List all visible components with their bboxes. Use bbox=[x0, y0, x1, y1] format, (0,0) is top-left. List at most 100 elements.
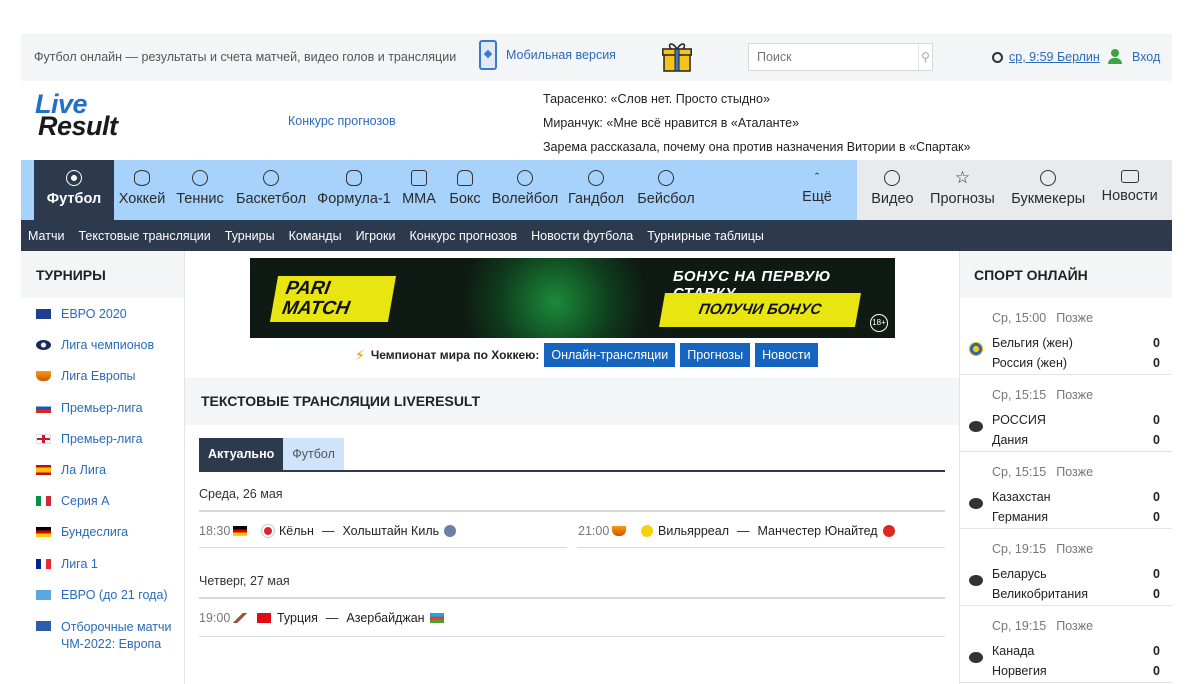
worldcup-news-button[interactable]: Новости bbox=[755, 343, 818, 367]
sport-tab-hockey[interactable]: Хоккей bbox=[114, 160, 170, 220]
nav-video[interactable]: Видео bbox=[871, 160, 914, 220]
sport-tab-baseball[interactable]: Бейсбол bbox=[630, 160, 702, 220]
sport-tab-football[interactable]: Футбол bbox=[34, 160, 114, 220]
home-team: Кёльн bbox=[279, 524, 314, 538]
germany-flag-icon bbox=[233, 526, 247, 536]
sport-tab-basketball[interactable]: Баскетбол bbox=[230, 160, 312, 220]
nav-predictions[interactable]: ☆ Прогнозы bbox=[930, 160, 995, 220]
sport-tab-label: Футбол bbox=[46, 191, 102, 207]
team1: Канада bbox=[992, 644, 1035, 658]
search-input[interactable] bbox=[749, 44, 918, 70]
subnav-item[interactable]: Турниры bbox=[225, 229, 275, 243]
gift-icon[interactable] bbox=[662, 41, 692, 73]
tournament-link[interactable]: Лига Европы bbox=[21, 360, 184, 391]
worldcup-bar: ⚡ Чемпионат мира по Хоккею: Онлайн-транс… bbox=[355, 343, 818, 367]
subnav-item[interactable]: Матчи bbox=[28, 229, 64, 243]
tournament-link[interactable]: Лига чемпионов bbox=[21, 329, 184, 360]
team2: Россия (жен) bbox=[992, 356, 1068, 370]
headline-link[interactable]: Тарасенко: «Слов нет. Просто стыдно» bbox=[543, 87, 970, 111]
score2: 0 bbox=[1153, 510, 1160, 524]
home-team: Вильярреал bbox=[658, 524, 729, 538]
headline-link[interactable]: Зарема рассказала, почему она против наз… bbox=[543, 135, 970, 159]
basketball-icon bbox=[263, 170, 279, 186]
contest-link[interactable]: Конкурс прогнозов bbox=[288, 114, 396, 128]
tab-football[interactable]: Футбол bbox=[283, 438, 344, 470]
tournament-link[interactable]: Бундеслига bbox=[21, 516, 184, 547]
match-row[interactable]: 21:00 Вильярреал — Манчестер Юнайтед bbox=[578, 524, 900, 538]
subnav-item[interactable]: Конкурс прогнозов bbox=[409, 229, 517, 243]
nav-bookmakers[interactable]: Букмекеры bbox=[1011, 160, 1085, 220]
tournament-link[interactable]: ЕВРО 2020 bbox=[21, 298, 184, 329]
user-icon bbox=[1108, 49, 1122, 64]
promo-banner[interactable]: PARI MATCH БОНУС НА ПЕРВУЮ СТАВКУ ПОЛУЧИ… bbox=[250, 258, 895, 338]
subnav-item[interactable]: Новости футбола bbox=[531, 229, 633, 243]
sport-tab-label: Бокс bbox=[449, 191, 481, 207]
away-team: Азербайджан bbox=[346, 611, 425, 625]
england-flag-icon bbox=[36, 433, 51, 444]
divider bbox=[199, 636, 945, 637]
tennis-ball-icon bbox=[192, 170, 208, 186]
sport-tab-formula1[interactable]: Формула-1 bbox=[312, 160, 396, 220]
subnav-item[interactable]: Игроки bbox=[356, 229, 396, 243]
subnav-item[interactable]: Текстовые трансляции bbox=[78, 229, 210, 243]
sport-tab-volleyball[interactable]: Волейбол bbox=[488, 160, 562, 220]
worldcup-live-button[interactable]: Онлайн-трансляции bbox=[544, 343, 676, 367]
team1: Казахстан bbox=[992, 490, 1051, 504]
clock-text: ср, 9:59 Берлин bbox=[1009, 50, 1100, 64]
sport-tab-handball[interactable]: Гандбол bbox=[562, 160, 630, 220]
subnav-item[interactable]: Команды bbox=[289, 229, 342, 243]
login-label: Вход bbox=[1132, 49, 1161, 64]
sport-tab-label: Волейбол bbox=[491, 191, 559, 207]
logo-line2: Result bbox=[38, 111, 118, 141]
headline-link[interactable]: Миранчук: «Мне всё нравится в «Аталанте» bbox=[543, 111, 970, 135]
live-game[interactable]: Ср, 19:15 Позже Канада Норвегия 0 0 bbox=[960, 606, 1172, 683]
live-game[interactable]: Ср, 15:00 Позже Бельгия (жен) Россия (жен… bbox=[960, 298, 1172, 375]
tab-actual[interactable]: Актуально bbox=[199, 438, 284, 470]
nav-news[interactable]: Новости bbox=[1102, 160, 1158, 220]
sport-tab-mma[interactable]: MMA bbox=[396, 160, 442, 220]
score1: 0 bbox=[1153, 413, 1160, 427]
sport-tab-boxing[interactable]: Бокс bbox=[442, 160, 488, 220]
login-link[interactable]: Вход bbox=[1108, 49, 1160, 64]
subnav-item[interactable]: Турнирные таблицы bbox=[647, 229, 764, 243]
baseball-icon bbox=[658, 170, 674, 186]
tournament-link[interactable]: Серия А bbox=[21, 485, 184, 516]
search-icon[interactable]: ⚲ bbox=[918, 44, 932, 70]
live-game[interactable]: Ср, 15:15 Позже Казахстан Германия 0 0 bbox=[960, 452, 1172, 529]
nav-label: Видео bbox=[871, 191, 914, 207]
lightning-icon: ⚡ bbox=[355, 346, 365, 363]
tournament-link[interactable]: Премьер-лига bbox=[21, 423, 184, 454]
live-game[interactable]: Ср, 15:15 Позже РОССИЯ Дания 0 0 bbox=[960, 375, 1172, 452]
football-icon bbox=[66, 170, 82, 186]
sport-tab-label: Формула-1 bbox=[317, 191, 391, 207]
mobile-version-link[interactable]: Мобильная версия bbox=[479, 40, 616, 70]
game-status: Позже bbox=[1056, 619, 1094, 633]
match-row[interactable]: 18:30 Кёльн — Хольштайн Киль bbox=[199, 524, 461, 538]
tournament-link[interactable]: Отборочные матчи ЧМ-2022: Европа bbox=[21, 610, 184, 658]
worldcup-predictions-button[interactable]: Прогнозы bbox=[680, 343, 751, 367]
hockey-puck-icon bbox=[969, 421, 983, 432]
hockey-puck-icon bbox=[969, 498, 983, 509]
turkey-flag-icon bbox=[257, 613, 271, 623]
site-logo[interactable]: Live Result bbox=[35, 91, 118, 141]
more-sports-button[interactable]: ˆ Ещё bbox=[797, 160, 837, 220]
helmet-icon bbox=[346, 170, 362, 186]
get-bonus-button[interactable]: ПОЛУЧИ БОНУС bbox=[659, 293, 861, 327]
sport-tab-tennis[interactable]: Теннис bbox=[170, 160, 230, 220]
match-row[interactable]: 19:00 Турция — Азербайджан bbox=[199, 611, 454, 625]
tournament-link[interactable]: Лига 1 bbox=[21, 548, 184, 579]
score1: 0 bbox=[1153, 567, 1160, 581]
tournament-link[interactable]: Премьер-лига bbox=[21, 392, 184, 423]
tournament-link[interactable]: Ла Лига bbox=[21, 454, 184, 485]
live-game[interactable]: Ср, 19:15 Позже Беларусь Великобритания 0… bbox=[960, 529, 1172, 606]
clock-link[interactable]: ср, 9:59 Берлин bbox=[992, 50, 1100, 64]
more-label: Ещё bbox=[802, 189, 832, 205]
parimatch-logo: PARI MATCH bbox=[269, 276, 397, 322]
play-icon bbox=[884, 170, 901, 186]
score2: 0 bbox=[1153, 356, 1160, 370]
sport-tab-label: Бейсбол bbox=[637, 191, 695, 207]
day-heading: Среда, 26 мая bbox=[199, 487, 283, 501]
team1: Бельгия (жен) bbox=[992, 336, 1073, 350]
tournaments-heading: ТУРНИРЫ bbox=[21, 251, 184, 298]
tournament-link[interactable]: ЕВРО (до 21 года) bbox=[21, 579, 184, 610]
